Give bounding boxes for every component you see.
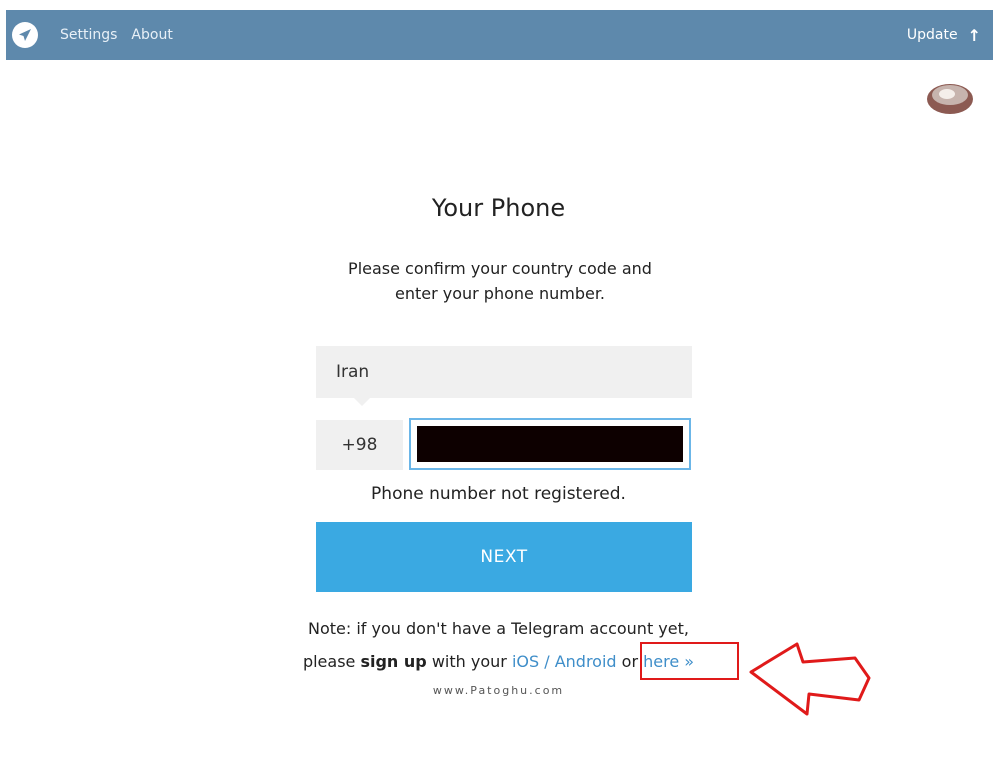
country-value: Iran: [336, 362, 370, 382]
country-select-pointer: [354, 398, 370, 406]
red-arrow-icon: [749, 642, 871, 716]
note-please: please: [302, 652, 356, 671]
description-line-1: Please confirm your country code and: [348, 259, 652, 278]
phone-number-input[interactable]: [409, 418, 691, 470]
description-line-2: enter your phone number.: [394, 284, 606, 303]
country-code-field[interactable]: +98: [316, 420, 403, 470]
update-button[interactable]: Update ↑: [907, 26, 981, 45]
about-link[interactable]: About: [131, 27, 172, 43]
paper-plane-icon: [19, 29, 31, 41]
ios-android-link[interactable]: iOS / Android: [512, 652, 617, 671]
error-message: Phone number not registered.: [371, 484, 626, 504]
page-title: Your Phone: [431, 194, 566, 222]
update-label: Update: [906, 27, 958, 43]
highlight-box: [640, 642, 739, 680]
note-with-your: with your: [431, 652, 507, 671]
cgl-badge-icon: [927, 84, 973, 114]
note-or: or: [621, 652, 639, 671]
country-select[interactable]: Iran: [316, 346, 692, 398]
top-bar: Settings About Update ↑: [6, 10, 993, 60]
description: Please confirm your country code and ent…: [300, 256, 700, 306]
note-sign-up: sign up: [360, 652, 427, 671]
next-button[interactable]: NEXT: [316, 522, 692, 592]
redacted-phone-number: [417, 426, 683, 462]
arrow-up-icon: ↑: [967, 25, 981, 45]
telegram-logo-icon[interactable]: [12, 22, 38, 48]
settings-link[interactable]: Settings: [60, 27, 117, 43]
